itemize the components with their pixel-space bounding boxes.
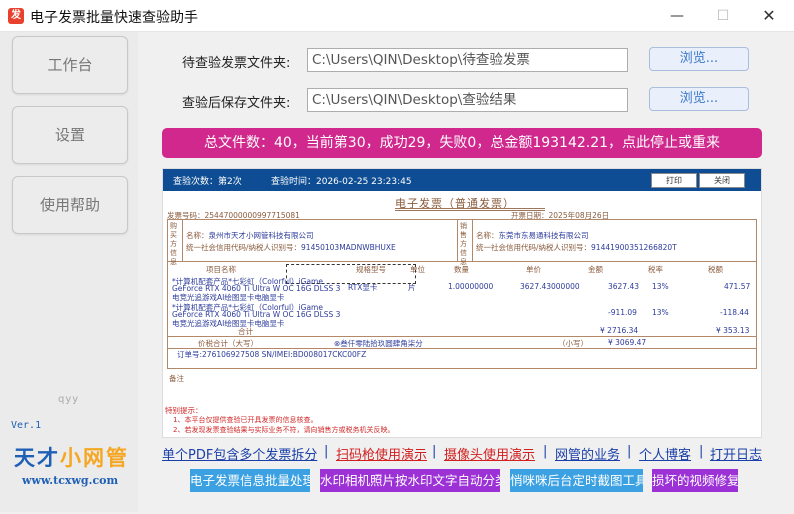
check-count: 查验次数：第2次 [173,177,242,187]
brand-logo-part1: 天才 [14,446,60,470]
item1-rate: 13% [652,282,669,291]
sidebar: 工作台 设置 使用帮助 qyy Ver.1 天才小网管 www.tcxwg.co… [0,32,138,512]
sidebar-item-settings[interactable]: 设置 [12,106,128,164]
link-pdf-split[interactable]: 单个PDF包含多个发票拆分 [162,444,317,463]
item2-tax: -118.44 [720,308,749,317]
item1-tax: 471.57 [724,282,751,291]
col-rate: 税率 [648,265,663,274]
link-separator: | [627,444,632,459]
note-line-1: 1、本平台仅提供查验已开具发票的信息核查。 [173,416,318,424]
total-amount: ¥ 2716.34 [600,326,639,335]
invoice-preview: 查验次数：第2次 查验时间：2026-02-25 23:23:45 打印 关闭 … [162,168,762,438]
col-item: 项目名称 [206,265,236,274]
sidebar-watermark: qyy [58,394,80,405]
seller-name-label: 名称： [476,231,499,240]
link-separator: | [543,444,548,459]
browse-pending-button[interactable]: 浏览... [649,47,749,71]
col-amount: 金额 [588,265,603,274]
version-label: Ver.1 [11,420,42,431]
brand-url: www.tcxwg.com [22,474,119,487]
item1-spec: RTX显卡 [348,283,378,292]
result-folder-input[interactable]: C:\Users\QIN\Desktop\查验结果 [307,88,628,112]
buyer-name: 名称：泉州市天才小网管科技有限公司 [186,230,314,241]
seller-name: 名称：东莞市东易通科技有限公司 [476,230,589,241]
buyer-tax-value: 91450103MADNWBHUXE [301,243,396,252]
buyer-divider [182,220,183,262]
sidebar-item-help[interactable]: 使用帮助 [12,176,128,234]
brand-logo-part2: 小网管 [60,446,129,470]
seller-tag: 销售方信息 [460,222,467,266]
seller-tax-id: 统一社会信用代码/纳税人识别号：91441900351266820T [476,242,677,253]
tool-video-repair-button[interactable]: 损坏的视频修复 [652,469,738,492]
link-blog[interactable]: 个人博客 [639,444,691,463]
remarks-label: 备注 [169,374,184,383]
seller-info: 销售方信息 名称：东莞市东易通科技有限公司 统一社会信用代码/纳税人识别号：91… [458,220,756,266]
item1-qty: 1.00000000 [448,282,494,291]
maximize-button[interactable]: ☐ [700,0,746,32]
grand-small: ¥ 3069.47 [608,338,647,347]
tool-watermark-sort-button[interactable]: 水印相机照片按水印文字自动分类 [320,469,500,492]
pending-folder-input[interactable]: C:\Users\QIN\Desktop\待查验发票 [307,48,628,72]
link-services[interactable]: 网管的业务 [555,444,620,463]
col-qty: 数量 [454,265,469,274]
link-open-log[interactable]: 打开日志 [710,444,762,463]
seller-tax-value: 91441900351266820T [591,243,677,252]
buyer-tax-label: 统一社会信用代码/纳税人识别号： [186,243,302,252]
sidebar-item-workbench[interactable]: 工作台 [12,36,128,94]
seller-name-value: 东莞市东易通科技有限公司 [498,231,589,240]
buyer-tag: 购买方信息 [170,222,177,266]
progress-status-button[interactable]: 总文件数：40，当前第30，成功29，失败0，总金额193142.21，点此停止… [162,128,762,158]
remarks-text: 订单号:276106927508 SN/IMEI:BD008017CKC00FZ [177,350,367,359]
link-separator: | [699,444,704,459]
minimize-button[interactable]: — [654,0,700,32]
seller-divider [472,220,473,262]
link-separator: | [324,444,329,459]
item2-name3: 电竞光追游戏AI绘图显卡电脑显卡 [172,319,285,328]
item1-unit: 片 [408,283,416,292]
buyer-name-label: 名称： [186,231,209,240]
link-separator: | [432,444,437,459]
buyer-tax-id: 统一社会信用代码/纳税人识别号：91450103MADNWBHUXE [186,242,396,253]
col-tax: 税额 [708,265,723,274]
seller-tax-label: 统一社会信用代码/纳税人识别号： [476,243,592,252]
tool-screenshot-button[interactable]: 悄咪咪后台定时截图工具 [510,469,643,492]
check-time: 查验时间：2026-02-25 23:23:45 [271,177,412,187]
link-camera-demo[interactable]: 摄像头使用演示 [444,444,535,463]
app-icon: 发 [8,8,24,24]
invoice-table: 购买方信息 名称：泉州市天才小网管科技有限公司 统一社会信用代码/纳税人识别号：… [167,219,757,369]
window-title: 电子发票批量快速查验助手 [30,10,198,26]
title-bar: 发 电子发票批量快速查验助手 — ☐ ✕ [0,0,794,32]
col-price: 单价 [526,265,541,274]
total-tax: ¥ 353.13 [716,326,750,335]
tool-invoice-batch-button[interactable]: 电子发票信息批量处理 [190,469,310,492]
pending-folder-label: 待查验发票文件夹: [182,56,291,71]
item2-rate: 13% [652,308,669,317]
preview-header: 查验次数：第2次 查验时间：2026-02-25 23:23:45 打印 关闭 [163,169,761,191]
result-folder-label: 查验后保存文件夹: [182,96,291,111]
brand-logo: 天才小网管 [14,442,129,472]
item1-price: 3627.43000000 [520,282,580,291]
link-scanner-demo[interactable]: 扫码枪使用演示 [336,444,427,463]
browse-result-button[interactable]: 浏览... [649,87,749,111]
note-line-2: 2、若发现发票查验结果与实际业务不符，请向销售方或税务机关反映。 [173,426,395,434]
buyer-name-value: 泉州市天才小网管科技有限公司 [208,231,314,240]
total-rule [168,336,756,337]
close-button[interactable]: ✕ [746,0,792,32]
item1-amount: 3627.43 [608,282,640,291]
buyer-info: 购买方信息 名称：泉州市天才小网管科技有限公司 统一社会信用代码/纳税人识别号：… [168,220,458,266]
preview-print-button[interactable]: 打印 [651,173,697,188]
item2-amount: -911.09 [608,308,637,317]
preview-close-button[interactable]: 关闭 [699,173,745,188]
